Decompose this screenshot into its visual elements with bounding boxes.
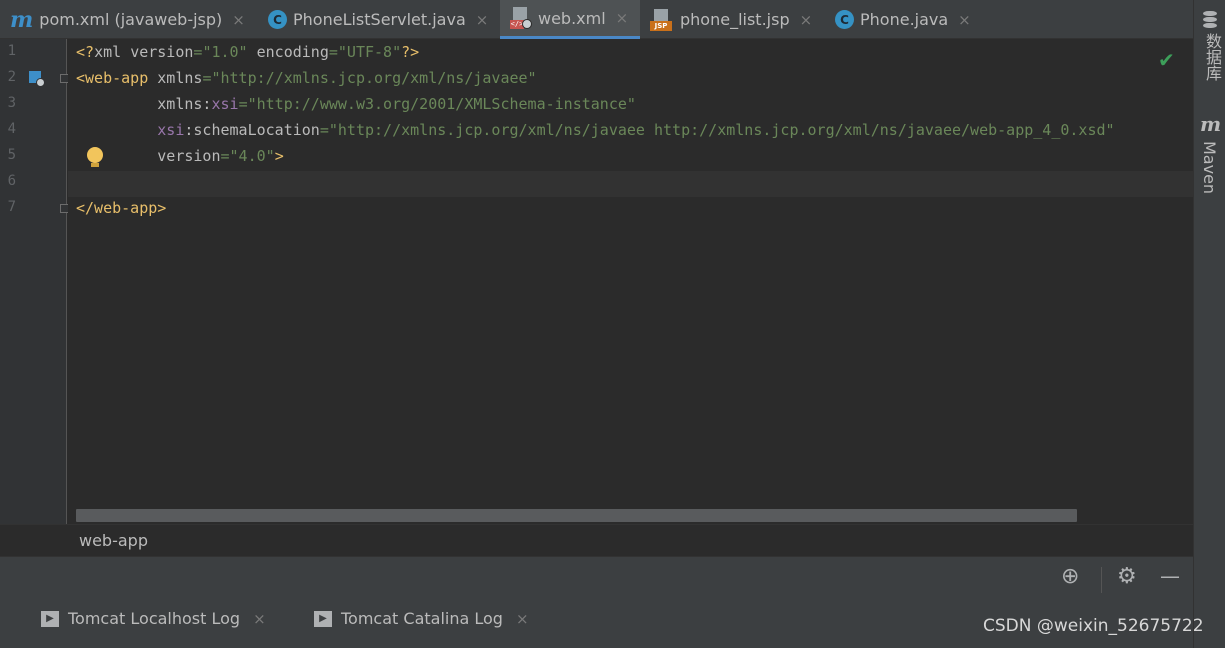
- close-icon[interactable]: ×: [516, 610, 529, 628]
- close-icon[interactable]: ×: [958, 11, 971, 29]
- horizontal-scrollbar[interactable]: [76, 509, 1077, 522]
- close-icon[interactable]: ×: [253, 610, 266, 628]
- breadcrumb-item[interactable]: web-app: [79, 531, 148, 550]
- code-line-5: version="4.0">: [157, 147, 284, 165]
- line-number-gutter: 1 2 3 4 5 6 7: [0, 39, 69, 524]
- close-icon[interactable]: ×: [476, 11, 489, 29]
- tab-phone-java[interactable]: C Phone.java ×: [835, 0, 971, 39]
- line-number: 6: [7, 173, 16, 189]
- line-number: 7: [7, 199, 16, 215]
- services-tool-window: ⊕ ⚙ — ▶ Tomcat Localhost Log × ▶ Tomcat …: [0, 557, 1204, 648]
- tab-web-xml[interactable]: </> web.xml ×: [500, 0, 640, 39]
- code-line-4: xsi:schemaLocation="http://xmlns.jcp.org…: [157, 121, 1115, 139]
- breadcrumb: web-app: [0, 524, 1193, 557]
- tab-tomcat-localhost-log[interactable]: ▶ Tomcat Localhost Log ×: [41, 609, 266, 628]
- xml-file-icon: </>: [510, 7, 532, 29]
- maven-tool-button[interactable]: Maven: [1200, 141, 1219, 194]
- java-class-icon: C: [835, 10, 854, 29]
- database-icon[interactable]: [1203, 11, 1217, 29]
- editor-tab-bar: m pom.xml (javaweb-jsp) × C PhoneListSer…: [0, 0, 1193, 39]
- close-icon[interactable]: ×: [616, 9, 629, 27]
- tab-label: Tomcat Localhost Log: [68, 609, 241, 628]
- tab-label: Tomcat Catalina Log: [341, 609, 503, 628]
- maven-icon: m: [10, 6, 34, 33]
- lightbulb-icon[interactable]: [87, 147, 103, 167]
- run-icon: ▶: [314, 610, 332, 627]
- close-icon[interactable]: ×: [800, 11, 813, 29]
- inspection-ok-icon[interactable]: ✔: [1158, 48, 1175, 72]
- tab-label: PhoneListServlet.java: [293, 10, 466, 29]
- gear-icon[interactable]: ⚙: [1117, 564, 1137, 589]
- code-editor[interactable]: <?xml version="1.0" encoding="UTF-8"?> <…: [68, 39, 1193, 524]
- code-line-2: <web-app xmlns="http://xmlns.jcp.org/xml…: [76, 69, 537, 87]
- right-tool-strip: 数据库 m Maven: [1193, 0, 1225, 648]
- toolbar-separator: [1101, 567, 1102, 593]
- current-line-highlight: [68, 171, 1193, 197]
- tab-phone-list-jsp[interactable]: JSP phone_list.jsp ×: [650, 0, 812, 39]
- tab-label: Phone.java: [860, 10, 949, 29]
- web-descriptor-icon[interactable]: [29, 71, 45, 87]
- database-tool-button[interactable]: 数据库: [1200, 33, 1224, 81]
- code-line-1: <?xml version="1.0" encoding="UTF-8"?>: [76, 43, 420, 61]
- line-number: 2: [7, 69, 16, 85]
- line-number: 4: [7, 121, 16, 137]
- code-line-3: xmlns:xsi="http://www.w3.org/2001/XMLSch…: [157, 95, 636, 113]
- tab-label: web.xml: [538, 8, 606, 28]
- line-number: 3: [7, 95, 16, 111]
- tab-pom-xml[interactable]: m pom.xml (javaweb-jsp) ×: [10, 0, 245, 39]
- maven-icon[interactable]: m: [1200, 114, 1221, 134]
- watermark-text: CSDN @weixin_52675722: [983, 616, 1204, 636]
- tab-label: pom.xml (javaweb-jsp): [39, 10, 223, 29]
- line-number: 5: [7, 147, 16, 163]
- minimize-icon[interactable]: —: [1160, 564, 1180, 588]
- line-number: 1: [7, 43, 16, 59]
- close-icon[interactable]: ×: [232, 11, 245, 29]
- java-class-icon: C: [268, 10, 287, 29]
- tab-label: phone_list.jsp: [680, 10, 790, 29]
- code-line-7: </web-app>: [76, 199, 167, 217]
- tab-tomcat-catalina-log[interactable]: ▶ Tomcat Catalina Log ×: [314, 609, 529, 628]
- tab-phonelistservlet-java[interactable]: C PhoneListServlet.java ×: [268, 0, 488, 39]
- jsp-file-icon: JSP: [650, 8, 674, 31]
- target-icon[interactable]: ⊕: [1061, 564, 1079, 589]
- run-icon: ▶: [41, 610, 59, 627]
